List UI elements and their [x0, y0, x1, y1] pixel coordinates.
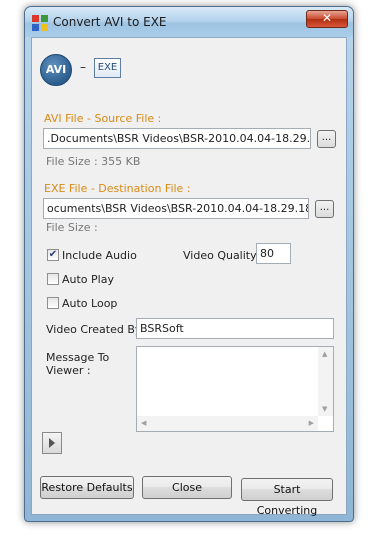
message-horizontal-scrollbar[interactable]: ◀ ▶ [137, 416, 318, 431]
source-browse-button[interactable]: ... [317, 130, 336, 148]
destination-file-size: File Size : [46, 221, 98, 234]
scroll-right-icon[interactable]: ▶ [309, 419, 314, 427]
video-quality-input[interactable]: 80 [256, 243, 291, 264]
source-file-input[interactable]: .Documents\BSR Videos\BSR-2010.04.04-18.… [43, 128, 311, 149]
destination-file-label: EXE File - Destination File : [44, 182, 191, 195]
close-button[interactable]: Close [142, 476, 232, 499]
window-title: Convert AVI to EXE [53, 15, 167, 29]
message-label: Message To Viewer : [46, 351, 110, 377]
created-by-label: Video Created By: [46, 323, 145, 336]
include-audio-label[interactable]: Include Audio [62, 249, 137, 262]
auto-play-label[interactable]: Auto Play [62, 273, 114, 286]
include-audio-checkbox[interactable]: ✔ [47, 249, 59, 261]
video-quality-label: Video Quality : [183, 249, 264, 262]
scroll-up-icon[interactable]: ▲ [322, 350, 327, 358]
message-vertical-scrollbar[interactable]: ▲ ▼ [318, 347, 333, 416]
destination-browse-button[interactable]: ... [315, 200, 334, 218]
auto-loop-checkbox[interactable] [47, 297, 59, 309]
play-icon [49, 438, 55, 448]
title-bar[interactable]: Convert AVI to EXE ✕ [25, 7, 353, 37]
close-window-button[interactable]: ✕ [306, 10, 348, 28]
avi-logo-icon: AVI [40, 54, 72, 86]
app-icon [32, 15, 48, 31]
exe-logo-icon: EXE [94, 58, 121, 78]
message-textarea[interactable]: ▲ ▼ ◀ ▶ [136, 346, 334, 432]
preview-play-button[interactable] [42, 432, 62, 454]
scroll-down-icon[interactable]: ▼ [322, 405, 327, 413]
restore-defaults-button[interactable]: Restore Defaults [40, 476, 134, 499]
created-by-input[interactable]: BSRSoft [136, 318, 334, 339]
client-area: AVI – EXE AVI File - Source File : .Docu… [31, 37, 347, 517]
auto-loop-label[interactable]: Auto Loop [62, 297, 117, 310]
app-window: Convert AVI to EXE ✕ AVI – EXE AVI File … [24, 6, 354, 522]
source-file-size: File Size : 355 KB [46, 155, 141, 168]
start-converting-button[interactable]: Start Converting [241, 478, 333, 517]
scroll-left-icon[interactable]: ◀ [141, 419, 146, 427]
logo-separator: – [80, 60, 86, 74]
auto-play-checkbox[interactable] [47, 273, 59, 285]
destination-file-input[interactable]: ocuments\BSR Videos\BSR-2010.04.04-18.29… [43, 198, 309, 219]
source-file-label: AVI File - Source File : [44, 112, 162, 125]
